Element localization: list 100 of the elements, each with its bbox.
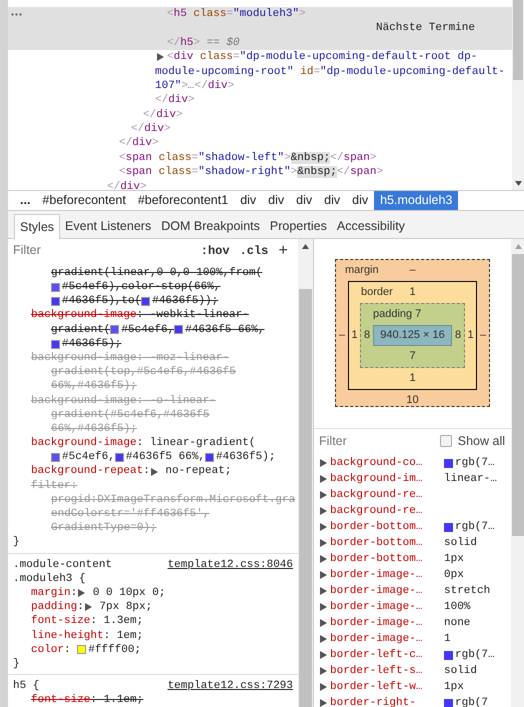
scrollbar[interactable] (511, 239, 524, 707)
computed-property[interactable]: border-image-… (330, 566, 444, 584)
computed-property[interactable]: background-im… (330, 470, 444, 488)
computed-property[interactable]: border-left-s… (330, 662, 444, 680)
color-swatch[interactable] (114, 453, 124, 462)
computed-value: 1px (444, 680, 464, 695)
css-value: #4636f5 66%, (185, 322, 264, 338)
breadcrumb[interactable]: div (234, 191, 262, 210)
css-value: gradient(linear,0 0,0 100%,from( (51, 266, 262, 281)
computed-property[interactable]: border-bottom… (330, 534, 444, 552)
computed-property[interactable]: border-image-… (330, 614, 444, 632)
breadcrumb[interactable]: div (262, 191, 290, 210)
computed-value: stretch (444, 584, 490, 599)
expand-arrow-icon[interactable] (150, 468, 158, 476)
css-value: : -o-linear- (136, 394, 216, 409)
tab[interactable]: Properties (264, 214, 332, 238)
computed-property[interactable]: background-re… (330, 502, 444, 520)
source-link[interactable]: template12.css:8046 (168, 556, 293, 574)
color-swatch[interactable] (51, 453, 60, 462)
computed-value: 1 (444, 632, 451, 647)
color-swatch[interactable] (110, 325, 120, 334)
css-value: 66%,#4636f5); (51, 379, 137, 394)
box-value: – (409, 263, 416, 278)
color-swatch[interactable] (205, 453, 214, 462)
color-swatch[interactable] (141, 296, 150, 306)
tab[interactable]: DOM Breakpoints (156, 214, 265, 238)
color-swatch[interactable] (51, 296, 60, 306)
html-tag[interactable]: <span class="shadow-left">&nbsp;</span> (119, 150, 376, 166)
scroll-up-icon[interactable] (302, 244, 309, 249)
computed-property[interactable]: border-left-w… (330, 678, 444, 696)
scrollbar-thumb[interactable] (512, 254, 524, 536)
filter-field[interactable]: Filter (13, 241, 201, 260)
css-property: background-image (31, 350, 137, 366)
computed-value: rgb(7… (455, 520, 495, 535)
add-rule-button[interactable]: + (278, 242, 292, 258)
filter-field[interactable]: Filter (319, 432, 440, 450)
breadcrumb[interactable]: h5.moduleh3 (374, 191, 458, 210)
computed-value: 0px (444, 568, 464, 583)
breadcrumb[interactable]: div (318, 191, 346, 210)
computed-property[interactable]: border-right- (330, 694, 444, 707)
html-tag[interactable]: <span class="shadow-right">&nbsp;</span> (119, 164, 384, 181)
css-value: gradient(#5c4ef6,#4636f5 (51, 408, 210, 423)
element-text: Nächste Termine (376, 21, 475, 36)
closing-tag[interactable]: </div> (131, 121, 171, 138)
css-property: font-size (31, 614, 90, 630)
css-value: : 1em; (104, 628, 144, 644)
scrollbar[interactable] (512, 0, 524, 190)
color-swatch[interactable] (51, 340, 60, 349)
expand-arrow-icon[interactable] (157, 53, 164, 62)
closing-tag[interactable]: </div> (119, 135, 159, 152)
tab[interactable]: Styles (14, 214, 60, 239)
css-property: margin (31, 586, 71, 601)
scroll-down-icon[interactable] (514, 181, 522, 186)
css-value: gradient(top,#5c4ef6,#4636f5 (51, 365, 236, 380)
computed-value: solid (444, 536, 478, 551)
html-tag[interactable]: 107">…</div> (155, 78, 234, 94)
breadcrumb[interactable]: div (346, 191, 374, 210)
tab[interactable]: Accessibility (332, 214, 410, 238)
css-value: #5c4ef6, (121, 322, 174, 338)
box-value: 1 (467, 328, 474, 344)
box-value: 1 (409, 285, 416, 300)
computed-property[interactable]: border-bottom… (330, 518, 444, 536)
css-property: font-size (31, 693, 90, 707)
tab[interactable]: Event Listeners (60, 214, 156, 238)
computed-property[interactable]: border-left-c… (330, 646, 444, 664)
checkbox[interactable] (440, 435, 452, 447)
source-link[interactable]: template12.css:7293 (168, 678, 293, 695)
css-value: #4636f5); (62, 336, 122, 352)
closing-tag[interactable]: </div> (155, 92, 195, 109)
breadcrumb[interactable]: #beforecontent (36, 191, 132, 210)
breadcrumb[interactable]: #beforecontent1 (132, 191, 234, 210)
color-swatch[interactable] (51, 282, 60, 292)
scrollbar-thumb[interactable] (299, 289, 312, 707)
toggle-button[interactable]: :hov (200, 242, 230, 260)
computed-property[interactable]: border-image-… (330, 598, 444, 616)
closing-tag[interactable]: </h5> == $0 (167, 34, 240, 52)
breadcrumb[interactable]: div (290, 191, 318, 210)
box-value: 7 (415, 307, 422, 322)
computed-value: none (444, 616, 470, 631)
html-tag[interactable]: module-upcoming-root" id="dp-module-upcoming-default- (155, 64, 505, 80)
computed-property[interactable]: background-re… (330, 486, 444, 504)
css-value: : (143, 464, 150, 480)
computed-property[interactable]: border-image-… (330, 630, 444, 648)
color-swatch[interactable] (77, 645, 86, 654)
computed-property[interactable]: background-co… (330, 454, 444, 472)
breadcrumb[interactable]: ... (14, 191, 36, 210)
css-value: : -webkit-linear- (136, 308, 249, 324)
scrollbar-thumb[interactable] (513, 0, 523, 80)
css-value: #4636f5)); (152, 294, 218, 309)
closing-tag[interactable]: </div> (107, 178, 147, 190)
computed-property[interactable]: border-image-… (330, 582, 444, 600)
color-swatch[interactable] (174, 325, 184, 334)
computed-property[interactable]: border-bottom… (330, 550, 444, 568)
toggle-button[interactable]: .cls (240, 242, 268, 260)
checkbox-label[interactable]: Show all (458, 432, 505, 450)
scrollbar[interactable] (298, 239, 313, 707)
closing-tag[interactable]: </div> (143, 106, 183, 124)
html-tag[interactable]: <div class="dp-module-upcoming-default-root dp- (167, 49, 478, 66)
css-property: filter (31, 478, 71, 494)
more-options-icon[interactable] (11, 13, 22, 16)
